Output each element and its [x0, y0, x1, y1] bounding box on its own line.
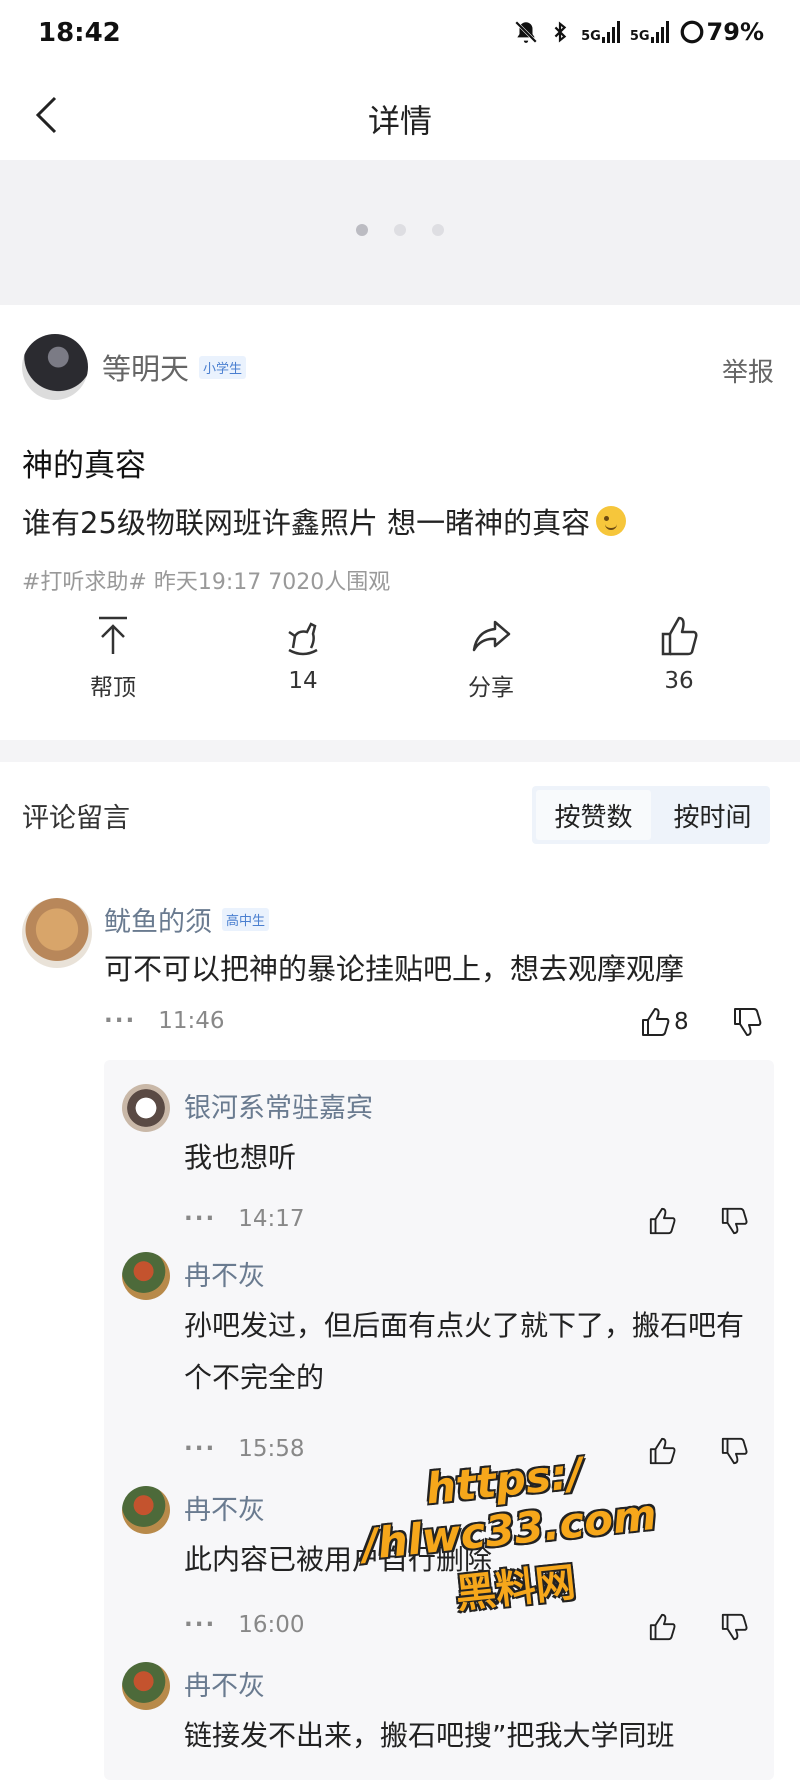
sort-toggle: 按赞数 按时间	[532, 786, 770, 844]
more-button[interactable]: ···	[184, 1612, 216, 1638]
comment-text: 可不可以把神的暴论挂贴吧上，想去观摩观摩	[104, 952, 685, 986]
avatar[interactable]	[122, 1486, 170, 1534]
rocking-horse-count: 14	[288, 668, 318, 694]
rocking-horse-icon	[288, 622, 318, 656]
status-time: 18:42	[38, 18, 121, 48]
action-bar: 帮顶 14 分享 36	[0, 614, 800, 714]
carousel-dot[interactable]	[432, 224, 444, 236]
more-button[interactable]: ···	[104, 1008, 136, 1034]
post-author[interactable]: 等明天 小学生	[22, 334, 247, 400]
report-button[interactable]: 举报	[722, 352, 774, 389]
reply-author[interactable]: 冉不灰	[184, 1488, 265, 1527]
reply-text: 我也想听	[184, 1141, 297, 1174]
reply-time: 15:58	[238, 1436, 305, 1462]
reply-time: 16:00	[238, 1612, 305, 1638]
thumbs-up-icon	[642, 1008, 670, 1036]
status-icons: 5G 5G 79%	[513, 18, 764, 46]
avatar[interactable]	[122, 1252, 170, 1300]
status-bar: 18:42 5G 5G 79%	[0, 0, 800, 72]
sort-by-likes[interactable]: 按赞数	[536, 790, 651, 840]
share-label: 分享	[468, 675, 514, 701]
pin-top-label: 帮顶	[90, 675, 136, 701]
reply-meta: ··· 14:17	[184, 1206, 305, 1232]
pin-top-icon	[99, 616, 127, 654]
network-label-2: 5G	[629, 29, 650, 44]
avatar[interactable]	[22, 898, 92, 968]
share-icon	[472, 620, 511, 652]
more-button[interactable]: ···	[184, 1436, 216, 1462]
reply-time: 14:17	[238, 1206, 305, 1232]
level-badge: 高中生	[222, 908, 270, 931]
pin-top-button[interactable]: 帮顶	[58, 614, 168, 702]
comments-title: 评论留言	[22, 803, 130, 834]
battery-level: 79%	[706, 18, 764, 46]
wink-emoji-icon	[596, 506, 627, 536]
post-meta: #打听求助# 昨天19:17 7020人围观	[22, 570, 391, 595]
page-title: 详情	[367, 102, 432, 140]
comment-dislike-button[interactable]	[732, 1006, 764, 1038]
author-name[interactable]: 等明天	[102, 346, 189, 388]
section-divider	[0, 740, 800, 762]
reply-meta: ··· 16:00	[184, 1612, 305, 1638]
thumbs-up-icon[interactable]	[648, 1612, 678, 1642]
thumbs-down-icon	[734, 1008, 762, 1036]
comment-meta: ··· 11:46	[104, 1008, 225, 1034]
rocking-horse-button[interactable]: 14	[248, 614, 358, 694]
signal-icon: 5G	[581, 21, 620, 43]
more-button[interactable]: ···	[184, 1206, 216, 1232]
reply-text: 孙吧发过，但后面有点火了就下了，搬石吧有个不完全的	[184, 1309, 745, 1394]
carousel-dots	[0, 224, 800, 236]
comment-author[interactable]: 鱿鱼的须 高中生	[104, 900, 270, 939]
post-body-text: 谁有25级物联网班许鑫照片 想一睹神的真容	[22, 506, 591, 540]
post-title: 神的真容	[22, 448, 146, 484]
reply-thread: 银河系常驻嘉宾 我也想听 ··· 14:17 冉不灰 孙吧发过，但后面有点火了就…	[104, 1060, 774, 1780]
share-button[interactable]: 分享	[436, 614, 546, 702]
comment-like-button[interactable]: 8	[640, 1006, 689, 1038]
sort-by-time[interactable]: 按时间	[655, 786, 770, 844]
avatar[interactable]	[22, 334, 88, 400]
nav-bar: 详情	[0, 72, 800, 162]
comment-time: 11:46	[158, 1008, 225, 1034]
thumbs-down-icon[interactable]	[720, 1436, 750, 1466]
bell-off-icon	[515, 21, 538, 43]
like-count: 36	[664, 668, 694, 694]
bluetooth-icon	[554, 21, 567, 43]
post-body: 谁有25级物联网班许鑫照片 想一睹神的真容	[22, 500, 627, 542]
avatar[interactable]	[122, 1662, 170, 1710]
battery-ring-icon	[680, 20, 703, 44]
network-label-1: 5G	[581, 29, 601, 44]
carousel-dot[interactable]	[356, 224, 368, 236]
thumbs-up-icon[interactable]	[648, 1206, 678, 1236]
reply-author[interactable]: 冉不灰	[184, 1664, 265, 1703]
signal-icon: 5G	[630, 21, 669, 43]
reply-author[interactable]: 银河系常驻嘉宾	[184, 1086, 373, 1125]
image-carousel[interactable]	[0, 160, 800, 305]
reply-text: 链接发不出来，搬石吧搜”把我大学同班	[184, 1719, 675, 1752]
thumbs-up-icon	[661, 616, 698, 656]
comment-author-name[interactable]: 鱿鱼的须	[104, 900, 212, 939]
thumbs-down-icon[interactable]	[720, 1206, 750, 1236]
carousel-dot[interactable]	[394, 224, 406, 236]
reply-meta: ··· 15:58	[184, 1436, 305, 1462]
like-button[interactable]: 36	[624, 614, 734, 694]
comment-like-count: 8	[674, 1009, 689, 1035]
avatar[interactable]	[122, 1084, 170, 1132]
thumbs-down-icon[interactable]	[720, 1612, 750, 1642]
level-badge: 小学生	[199, 355, 247, 379]
reply-author[interactable]: 冉不灰	[184, 1254, 265, 1293]
